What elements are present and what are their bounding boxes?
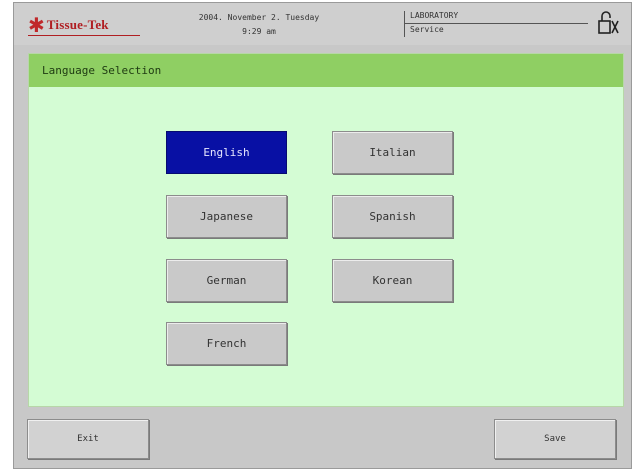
star-icon: ✱ xyxy=(28,13,45,37)
time-text: 9:29 am xyxy=(242,27,276,36)
language-button-spanish[interactable]: Spanish xyxy=(332,195,453,238)
lock-icon[interactable] xyxy=(597,9,621,37)
language-selection-panel: Language Selection English Italian Japan… xyxy=(28,53,624,407)
language-button-french[interactable]: French xyxy=(166,322,287,365)
header-divider xyxy=(404,11,405,37)
language-button-korean[interactable]: Korean xyxy=(332,259,453,302)
department-text: LABORATORY xyxy=(410,11,459,20)
language-button-italian[interactable]: Italian xyxy=(332,131,453,174)
language-button-japanese[interactable]: Japanese xyxy=(166,195,287,238)
language-button-english[interactable]: English xyxy=(166,131,287,174)
app-window: ✱ Tissue-Tek 2004. November 2. Tuesday 9… xyxy=(13,2,632,469)
logo-text: Tissue-Tek xyxy=(46,17,109,32)
save-button[interactable]: Save xyxy=(494,419,616,459)
exit-button[interactable]: Exit xyxy=(27,419,149,459)
logo: ✱ Tissue-Tek xyxy=(28,13,109,37)
user-info: LABORATORY Service xyxy=(410,9,458,37)
language-button-german[interactable]: German xyxy=(166,259,287,302)
date-time-display: 2004. November 2. Tuesday 9:29 am xyxy=(184,11,334,39)
logo-underline xyxy=(28,35,140,36)
role-text: Service xyxy=(410,25,444,34)
header-bar: ✱ Tissue-Tek 2004. November 2. Tuesday 9… xyxy=(14,3,631,45)
panel-title: Language Selection xyxy=(29,54,623,87)
date-text: 2004. November 2. Tuesday xyxy=(198,13,320,22)
